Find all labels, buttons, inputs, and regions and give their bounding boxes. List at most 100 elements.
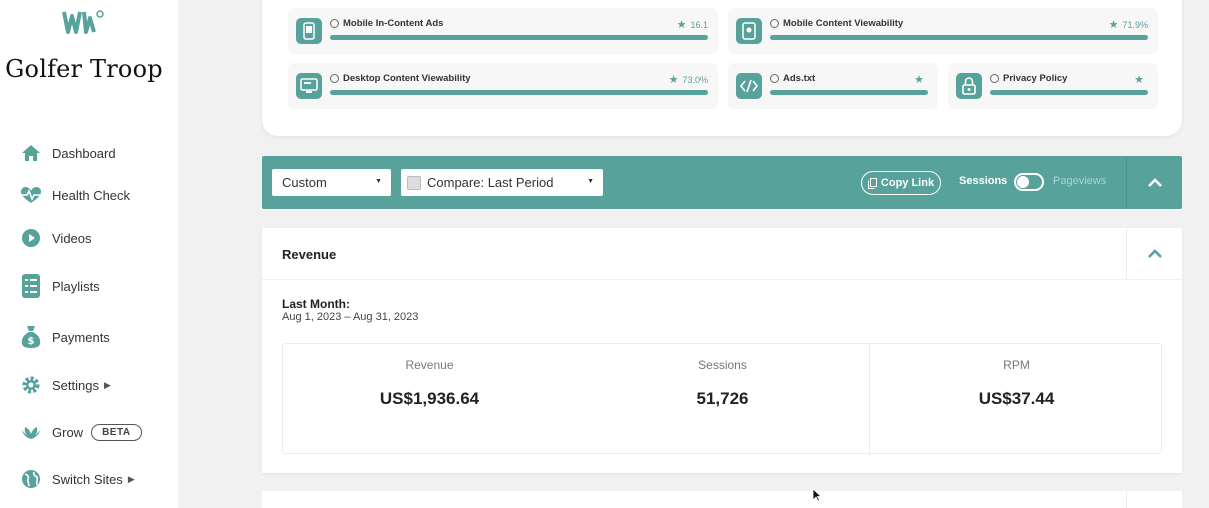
stat-sessions: Sessions 51,726 — [576, 344, 869, 455]
sidebar-item-dashboard[interactable]: Dashboard — [20, 138, 116, 168]
date-range-value: Custom — [282, 175, 327, 190]
stat-revenue: Revenue US$1,936.64 — [283, 344, 576, 455]
chevron-up-icon — [1147, 177, 1162, 187]
sidebar-item-settings[interactable]: Settings ▶ — [20, 370, 111, 400]
caret-right-icon: ▶ — [103, 379, 111, 390]
mouse-cursor-icon — [812, 488, 822, 502]
desktop-icon — [296, 73, 322, 99]
mobile-icon — [296, 18, 322, 44]
metric-title: Mobile Content Viewability — [783, 18, 904, 29]
metric-title: Mobile In-Content Ads — [343, 18, 444, 29]
sidebar-item-label: Payments — [52, 329, 110, 345]
period-range: Aug 1, 2023 – Aug 31, 2023 — [282, 311, 419, 323]
mobile-eye-icon — [736, 18, 762, 44]
dropdown-arrow-icon: ▼ — [375, 178, 382, 185]
star-icon: ★ — [1134, 74, 1144, 86]
metric-progress-bar — [330, 90, 708, 95]
play-icon — [20, 227, 42, 249]
list-icon — [20, 274, 42, 298]
collapse-revenue-button[interactable] — [1127, 228, 1182, 280]
metric-score: 16.1 — [690, 19, 708, 30]
home-icon — [20, 142, 42, 164]
collapse-filters-button[interactable] — [1127, 156, 1182, 209]
metric-desktop-content-viewability[interactable]: Desktop Content Viewability ★ 73.0% — [288, 63, 718, 109]
toggle-knob — [1017, 176, 1029, 188]
metric-privacy-policy[interactable]: Privacy Policy ★ — [948, 63, 1158, 109]
pageviews-label[interactable]: Pageviews — [1053, 175, 1106, 187]
caret-right-icon: ▶ — [127, 473, 135, 484]
copy-link-button[interactable]: Copy Link — [861, 171, 941, 195]
sidebar-item-switch-sites[interactable]: Switch Sites ▶ — [20, 464, 135, 494]
period-label: Last Month: — [282, 297, 350, 311]
sessions-label[interactable]: Sessions — [959, 175, 1007, 187]
info-icon[interactable] — [990, 74, 999, 83]
metric-mobile-content-viewability[interactable]: Mobile Content Viewability ★ 71.9% — [728, 8, 1158, 54]
stat-value: 51,726 — [696, 389, 749, 408]
revenue-card: Revenue Last Month: Aug 1, 2023 – Aug 31… — [262, 228, 1182, 473]
date-range-select[interactable]: Custom ▼ — [272, 169, 391, 196]
sidebar-item-label: Videos — [52, 230, 92, 246]
gear-icon — [20, 374, 42, 396]
filter-bar: Custom ▼ Compare: Last Period ▼ Copy Lin… — [262, 156, 1182, 209]
info-icon[interactable] — [330, 19, 339, 28]
star-icon: ★ — [668, 74, 679, 86]
info-icon[interactable] — [770, 19, 779, 28]
sidebar-item-videos[interactable]: Videos — [20, 223, 92, 253]
metric-progress-bar — [770, 35, 1148, 40]
metric-mobile-in-content-ads[interactable]: Mobile In-Content Ads ★ 16.1 — [288, 8, 718, 54]
metric-progress-bar — [770, 90, 928, 95]
star-icon: ★ — [676, 19, 687, 31]
next-section-card — [262, 491, 1182, 508]
logo-icon — [62, 10, 104, 34]
compare-value: Compare: Last Period — [427, 175, 554, 190]
sidebar-item-label: Grow — [52, 424, 84, 440]
heartbeat-icon — [20, 184, 42, 206]
sidebar-item-label: Health Check — [52, 187, 131, 203]
star-icon: ★ — [914, 74, 924, 86]
info-icon[interactable] — [330, 74, 339, 83]
metric-score: 71.9% — [1122, 19, 1148, 30]
chevron-up-icon — [1147, 249, 1162, 258]
star-icon: ★ — [1108, 19, 1119, 31]
stat-label: Revenue — [405, 358, 454, 372]
revenue-header: Revenue — [262, 228, 1182, 280]
metric-title: Desktop Content Viewability — [343, 73, 471, 84]
site-name: Golfer Troop — [5, 55, 163, 83]
money-bag-icon: $ — [20, 326, 42, 348]
stat-rpm: RPM US$37.44 — [870, 344, 1163, 455]
sidebar-item-label: Switch Sites — [52, 471, 123, 487]
metric-title: Privacy Policy — [1003, 73, 1068, 84]
divider — [1126, 491, 1127, 508]
metric-score: 73.0% — [682, 74, 708, 85]
metric-progress-bar — [990, 90, 1148, 95]
sidebar-item-grow[interactable]: Grow BETA — [20, 417, 142, 447]
sidebar-item-label: Settings — [52, 377, 99, 393]
lock-icon — [956, 73, 982, 99]
sidebar-item-label: Dashboard — [52, 145, 116, 161]
stat-label: RPM — [1003, 358, 1030, 372]
info-icon[interactable] — [770, 74, 779, 83]
sidebar-item-playlists[interactable]: Playlists — [20, 271, 100, 301]
copy-link-label: Copy Link — [880, 177, 935, 189]
code-icon — [736, 73, 762, 99]
metric-ads-txt[interactable]: Ads.txt ★ — [728, 63, 938, 109]
leaf-icon — [20, 421, 42, 443]
sessions-pageviews-toggle[interactable] — [1014, 173, 1044, 191]
svg-text:$: $ — [28, 336, 35, 347]
health-metrics-card: Mobile In-Content Ads ★ 16.1 Mobile Conte… — [262, 0, 1182, 136]
compare-checkbox[interactable] — [407, 175, 421, 190]
globe-icon — [20, 468, 42, 490]
metric-progress-bar — [330, 35, 708, 40]
sidebar-item-payments[interactable]: $ Payments — [20, 322, 110, 352]
metric-title: Ads.txt — [783, 73, 816, 84]
stat-value: US$1,936.64 — [379, 389, 480, 408]
copy-icon — [867, 177, 877, 189]
sidebar-item-health-check[interactable]: Health Check — [20, 180, 130, 210]
stat-label: Sessions — [698, 358, 747, 372]
compare-select[interactable]: Compare: Last Period ▼ — [401, 169, 603, 196]
sidebar: Golfer Troop Dashboard Health Check Vide… — [0, 0, 178, 508]
revenue-title: Revenue — [282, 247, 337, 262]
sidebar-item-label: Playlists — [52, 278, 100, 294]
dropdown-arrow-icon: ▼ — [587, 178, 594, 185]
stats-summary: Revenue US$1,936.64 Sessions 51,726 RPM … — [282, 343, 1163, 455]
